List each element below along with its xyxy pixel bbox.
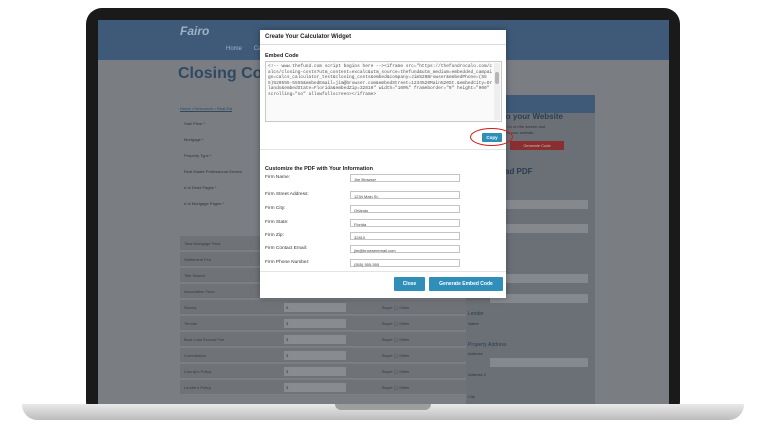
form-label: # of Deed Pages * bbox=[184, 185, 217, 190]
form-label: # of Mortgage Pages * bbox=[184, 201, 224, 206]
embed-code-title: Embed Code bbox=[265, 53, 299, 59]
screen: Fairo Home Ca Closing Cost Home • Resour… bbox=[98, 20, 669, 408]
city-label: City bbox=[468, 394, 475, 399]
payer-radio-group[interactable]: Buyer ◯ Seller bbox=[370, 300, 470, 315]
divider bbox=[260, 271, 506, 272]
address-input[interactable] bbox=[490, 358, 588, 367]
firm-email-label: Firm Contact Email: bbox=[265, 246, 308, 251]
lender-section-title: Lender bbox=[468, 311, 484, 317]
fee-label: Lender's Policy bbox=[184, 385, 211, 390]
form-label: Real Estate Professional Service bbox=[184, 169, 243, 174]
firm-city-field[interactable]: Orlando bbox=[350, 205, 460, 213]
property-section-title: Property Address bbox=[468, 342, 507, 348]
address-label: Address bbox=[468, 351, 483, 356]
embed-code-text: <!-- www.thefund.com script begins here … bbox=[268, 64, 493, 97]
firm-zip-label: Firm Zip: bbox=[265, 233, 284, 238]
firm-street-label: Firm Street Address: bbox=[265, 192, 309, 197]
form-label: Property Type * bbox=[184, 153, 212, 158]
fee-label: Termite bbox=[184, 321, 198, 326]
nav-item-home[interactable]: Home bbox=[226, 46, 242, 52]
embed-code-textarea[interactable]: <!-- www.thefund.com script begins here … bbox=[265, 61, 502, 122]
address2-label: Address 2 bbox=[468, 372, 487, 377]
fee-label: Settlement Fee bbox=[184, 257, 212, 262]
firm-city-label: Firm City: bbox=[265, 206, 286, 211]
fee-label: Title Search bbox=[184, 273, 206, 278]
payer-radio-group[interactable]: Buyer ◯ Seller bbox=[370, 332, 470, 347]
customize-pdf-title: Customize the PDF with Your Information bbox=[265, 166, 373, 172]
fee-input[interactable]: $ bbox=[284, 319, 346, 328]
form-label: Mortgage * bbox=[184, 137, 204, 142]
modal-title: Create Your Calculator Widget bbox=[265, 34, 352, 40]
laptop-notch bbox=[335, 404, 431, 410]
fee-input[interactable]: $ bbox=[284, 367, 346, 376]
site-logo: Fairo bbox=[180, 24, 210, 38]
widget-modal: Create Your Calculator Widget Embed Code… bbox=[260, 30, 513, 298]
divider bbox=[260, 149, 506, 150]
fee-row: Termite $ bbox=[180, 316, 370, 331]
form-label: Sale Price * bbox=[184, 121, 205, 126]
fee-input[interactable]: $ bbox=[284, 303, 346, 312]
fee-label: Total Mortgage Fees bbox=[184, 241, 221, 246]
fee-label: Commission bbox=[184, 353, 207, 358]
payer-radio-group[interactable]: Buyer ◯ Seller bbox=[370, 364, 470, 379]
firm-phone-label: Firm Phone Number: bbox=[265, 260, 310, 265]
close-button[interactable]: Close bbox=[394, 277, 425, 291]
right-panel-title: d to your Website bbox=[496, 112, 563, 121]
fee-row: Best Loan Escrow Fee $ bbox=[180, 332, 370, 347]
scrollbar-thumb[interactable] bbox=[495, 72, 499, 84]
divider bbox=[260, 44, 506, 45]
breadcrumb[interactable]: Home • Resources • Real Est bbox=[180, 106, 232, 111]
fee-row: Survey $ bbox=[180, 300, 370, 315]
fee-label: Best Loan Escrow Fee bbox=[184, 337, 225, 342]
firm-street-field[interactable]: 1234 Main St. bbox=[350, 191, 460, 199]
copy-button[interactable]: Copy bbox=[482, 133, 502, 142]
fee-input[interactable]: $ bbox=[284, 335, 346, 344]
firm-name-label: Firm Name: bbox=[265, 175, 291, 180]
generate-embed-code-button[interactable]: Generate Embed Code bbox=[429, 277, 503, 291]
fee-label: Association Fees bbox=[184, 289, 215, 294]
firm-state-field[interactable]: Florida bbox=[350, 219, 460, 227]
fee-row: County's Policy $ bbox=[180, 364, 370, 379]
fee-label: Survey bbox=[184, 305, 197, 310]
firm-phone-field[interactable]: (555) 555-555 bbox=[350, 259, 460, 267]
fee-row: Commission $ bbox=[180, 348, 370, 363]
firm-name-field[interactable]: Jim Browser bbox=[350, 174, 460, 182]
payer-radio-group[interactable]: Buyer ◯ Seller bbox=[370, 316, 470, 331]
fee-input[interactable]: $ bbox=[284, 383, 346, 392]
payer-radio-group[interactable]: Buyer ◯ Seller bbox=[370, 380, 470, 395]
payer-radio-group[interactable]: Buyer ◯ Seller bbox=[370, 348, 470, 363]
firm-email-field[interactable]: jim@browseremail.com bbox=[350, 245, 460, 253]
firm-zip-field[interactable]: 32810 bbox=[350, 232, 460, 240]
fee-input[interactable]: $ bbox=[284, 351, 346, 360]
firm-state-label: Firm State: bbox=[265, 220, 289, 225]
lender-name-label: Name bbox=[468, 321, 479, 326]
generate-code-button[interactable]: Generate Code bbox=[510, 141, 564, 150]
fee-label: County's Policy bbox=[184, 369, 212, 374]
fee-row: Lender's Policy $ bbox=[180, 380, 370, 395]
